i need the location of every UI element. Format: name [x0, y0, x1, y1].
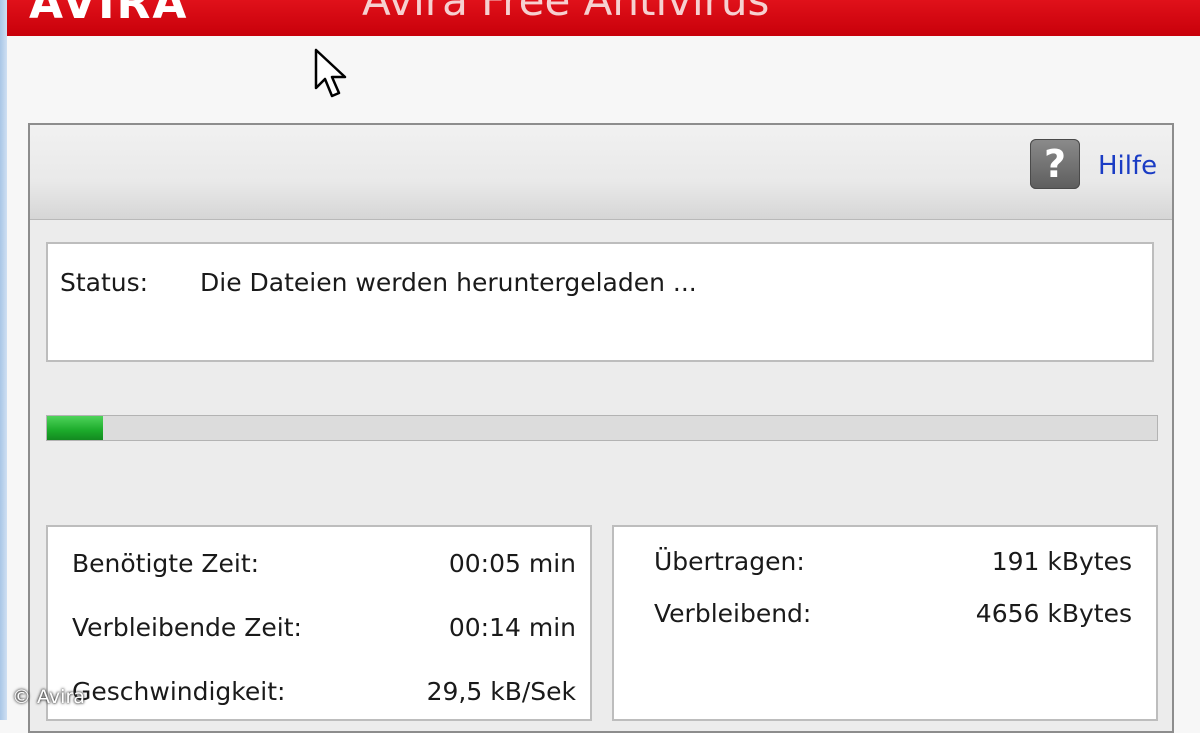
stat-value: 29,5 kB/Sek — [426, 677, 576, 706]
avira-logo: AVIRA — [29, 0, 189, 29]
stat-value: 4656 kBytes — [975, 599, 1132, 628]
progress-fill — [47, 416, 103, 440]
stat-label: Verbleibend: — [654, 599, 812, 628]
stat-value: 00:14 min — [448, 613, 576, 642]
stat-value: 00:05 min — [448, 549, 576, 578]
window-frame — [0, 0, 7, 720]
help-link[interactable]: Hilfe — [1098, 151, 1157, 181]
stat-label: Benötigte Zeit: — [72, 549, 260, 578]
title-bar: AVIRA Avira Free Antivirus — [7, 0, 1200, 36]
stat-label: Verbleibende Zeit: — [72, 613, 302, 642]
copyright-watermark: © Avira — [12, 686, 85, 708]
window-title: Avira Free Antivirus — [362, 0, 770, 25]
stat-label: Übertragen: — [654, 547, 805, 576]
status-text: Die Dateien werden heruntergeladen ... — [200, 268, 697, 297]
stat-value: 191 kBytes — [991, 547, 1132, 576]
download-progress-bar — [46, 415, 1158, 441]
transfer-stats-box: Übertragen: 191 kBytes Verbleibend: 4656… — [612, 525, 1158, 721]
panel-toolbar: ? Hilfe — [30, 125, 1172, 220]
mouse-pointer-icon — [314, 48, 347, 98]
download-panel: ? Hilfe Status: Die Dateien werden herun… — [28, 123, 1174, 733]
stat-label: Geschwindigkeit: — [72, 677, 286, 706]
status-box: Status: Die Dateien werden heruntergelad… — [46, 242, 1154, 362]
time-stats-box: Benötigte Zeit: 00:05 min Verbleibende Z… — [46, 525, 592, 721]
help-icon[interactable]: ? — [1030, 139, 1080, 189]
status-label: Status: — [60, 268, 149, 297]
